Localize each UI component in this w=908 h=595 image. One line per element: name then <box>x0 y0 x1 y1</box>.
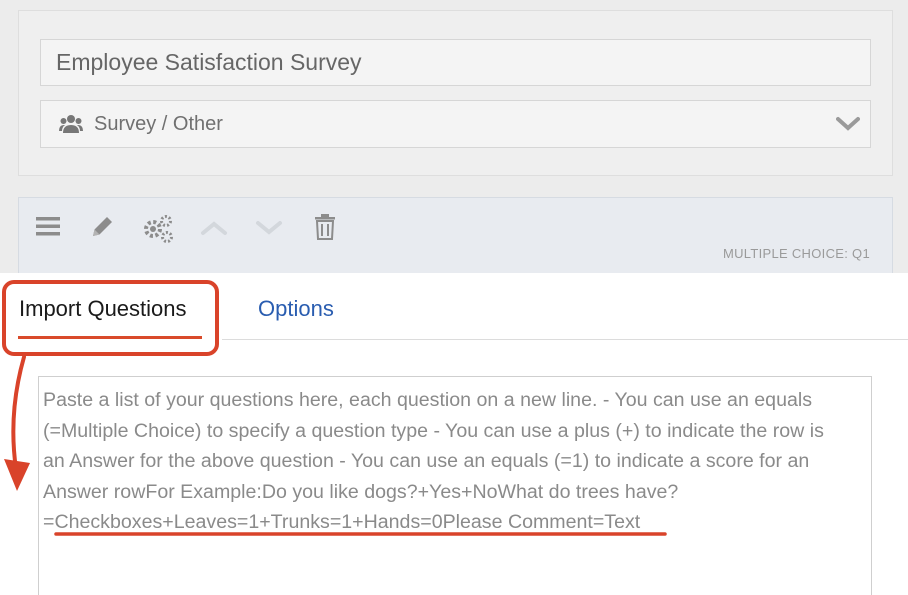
category-select[interactable]: Survey / Other <box>40 100 871 148</box>
question-type-label: MULTIPLE CHOICE: Q1 <box>722 246 870 261</box>
gears-icon[interactable] <box>142 214 174 249</box>
chevron-down-icon[interactable] <box>255 220 283 241</box>
chevron-up-icon[interactable] <box>200 220 228 241</box>
trash-icon[interactable] <box>314 214 336 245</box>
import-questions-panel: Import Questions Options Paste a list of… <box>0 273 908 595</box>
highlight-callout-box <box>2 280 219 356</box>
import-questions-textarea[interactable]: Paste a list of your questions here, eac… <box>38 376 872 595</box>
menu-icon[interactable] <box>35 214 61 243</box>
tabs-divider <box>222 339 908 340</box>
users-icon <box>59 114 83 134</box>
chevron-down-icon <box>836 116 860 132</box>
question-card: MULTIPLE CHOICE: Q1 <box>18 197 893 277</box>
tab-options[interactable]: Options <box>258 296 334 322</box>
pencil-icon[interactable] <box>89 214 115 245</box>
category-value: Survey / Other <box>94 113 223 135</box>
survey-settings-card: Survey / Other <box>18 10 893 176</box>
survey-title-input[interactable] <box>40 39 871 86</box>
